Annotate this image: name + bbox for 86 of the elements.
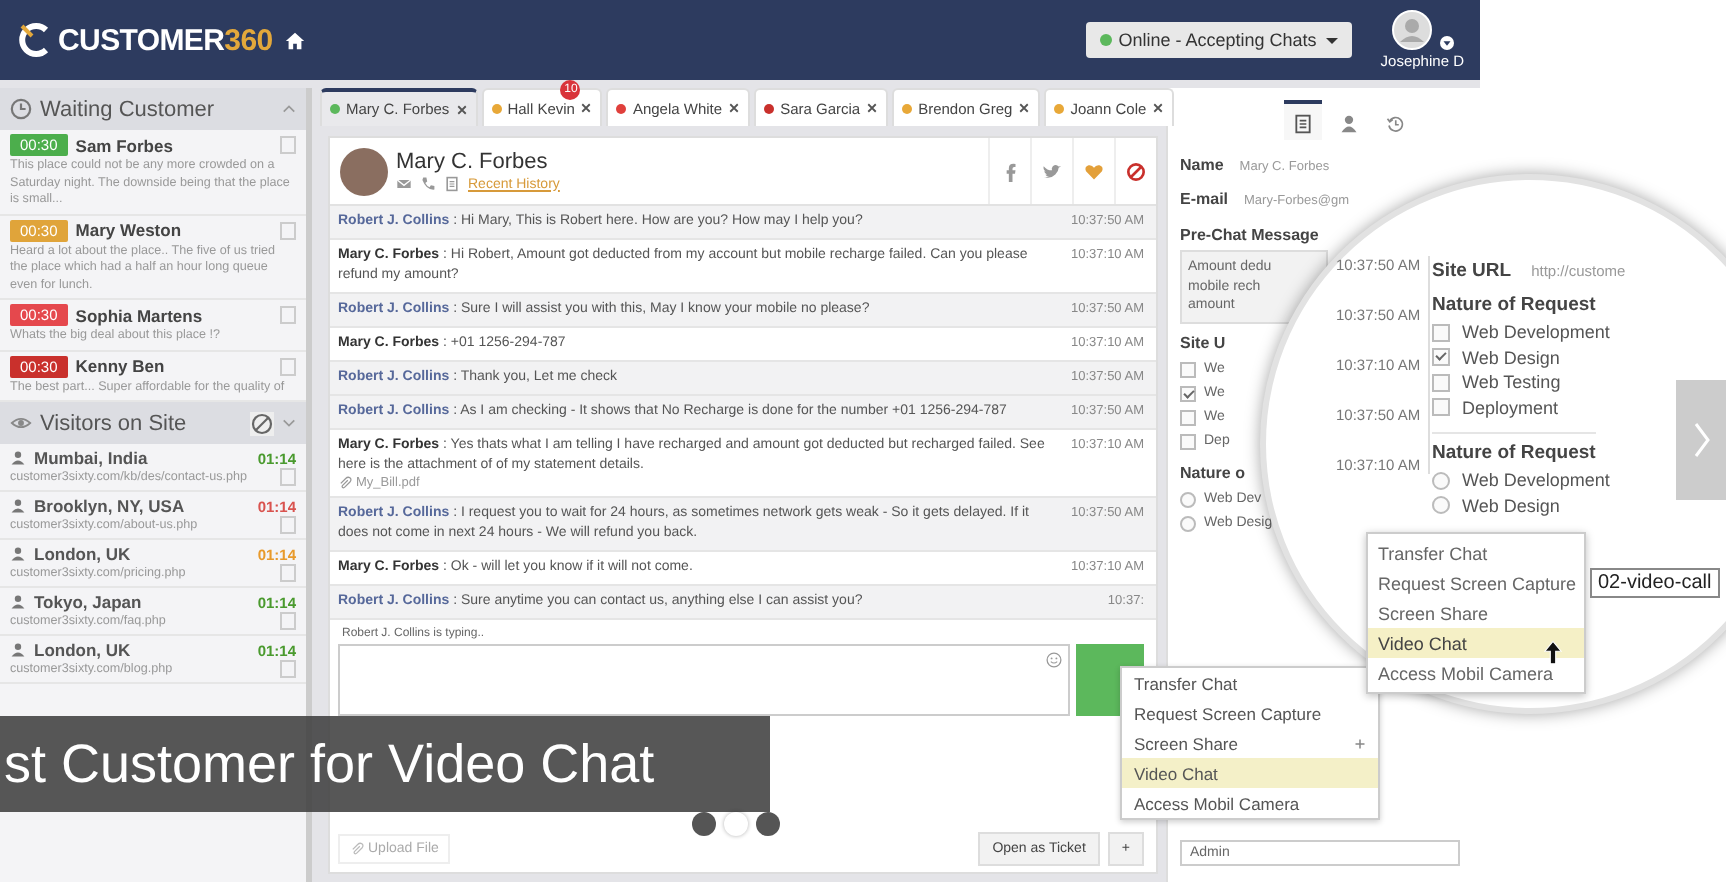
close-icon[interactable] (1152, 102, 1165, 114)
visitor-location: London, UK (34, 640, 133, 660)
field-label: Site U (1180, 333, 1226, 351)
message-input[interactable] (338, 644, 1070, 716)
customer-name: Mary Weston (75, 220, 184, 240)
menu-item[interactable]: Video Chat (1122, 758, 1378, 788)
caret-icon[interactable] (1439, 36, 1454, 50)
chevron-down-icon[interactable] (282, 416, 296, 430)
person-icon (10, 642, 26, 658)
smiley-icon[interactable] (1046, 652, 1062, 668)
checkbox-label: Web Development (1462, 322, 1610, 343)
block-icon (1126, 161, 1146, 181)
section-title: Visitors on Site (40, 411, 189, 435)
paperclip-icon (350, 842, 364, 856)
cursor-icon (1544, 640, 1562, 666)
close-icon[interactable] (580, 102, 593, 114)
person-icon (10, 498, 26, 514)
visitor-location: Tokyo, Japan (34, 592, 144, 612)
person-icon (1340, 114, 1358, 134)
customer-name: Sophia Martens (75, 305, 205, 325)
checkbox-label: Web Design (1462, 347, 1560, 368)
field-label: Name (1180, 156, 1224, 174)
menu-item[interactable]: Screen Share (1122, 728, 1378, 758)
field-label: Nature o (1180, 463, 1245, 481)
checkbox[interactable] (1432, 398, 1450, 417)
home-icon[interactable] (284, 29, 307, 51)
avatar-icon[interactable] (1391, 10, 1432, 50)
menu-item[interactable]: Video Chat (1368, 628, 1584, 658)
block-icon[interactable] (250, 411, 274, 435)
field-label: Nature of Request (1432, 432, 1596, 464)
close-icon[interactable] (455, 103, 468, 115)
heart-icon (1084, 161, 1104, 181)
status-dropdown[interactable]: Online - Accepting Chats (1086, 22, 1353, 58)
document-icon (444, 176, 460, 192)
visitor-location: London, UK (34, 544, 133, 564)
visitor-location: Brooklyn, NY, USA (34, 496, 187, 516)
chevron-right-icon (1691, 420, 1711, 460)
eye-icon (10, 412, 32, 434)
person-icon (10, 450, 26, 466)
paperclip-icon (338, 476, 352, 490)
logo-text: CUSTOMER360 (58, 23, 273, 57)
history-icon (1386, 114, 1404, 134)
checkbox[interactable] (1432, 348, 1450, 367)
close-icon[interactable] (1018, 102, 1031, 114)
checkbox[interactable] (1180, 385, 1196, 401)
field-label: Site URL (1432, 260, 1512, 282)
tooltip: 02-video-call (1590, 568, 1720, 598)
next-slide-button[interactable] (1676, 380, 1726, 500)
section-header[interactable]: Waiting Customer (0, 88, 306, 130)
radio-button[interactable] (1180, 515, 1196, 531)
section-header[interactable]: Visitors on Site (0, 402, 306, 444)
radio-button[interactable] (1180, 491, 1196, 507)
visitor-location: Mumbai, India (34, 448, 150, 468)
checkbox[interactable] (1180, 433, 1196, 449)
checkbox-label: Web Testing (1462, 372, 1561, 393)
contact-name: Mary C. Forbes (396, 150, 550, 174)
checkbox[interactable] (1180, 361, 1196, 377)
radio-label: Web Design (1462, 495, 1560, 516)
customer-name: Sam Forbes (75, 135, 175, 155)
field-label: Nature of Request (1432, 294, 1596, 316)
customer-name: Kenny Ben (75, 356, 167, 376)
person-icon (10, 546, 26, 562)
clock-icon (10, 98, 32, 120)
chevron-up-icon[interactable] (282, 102, 296, 116)
menu-item[interactable]: Request Screen Capture (1368, 568, 1584, 598)
field-label: E-mail (1180, 190, 1229, 208)
avatar-placeholder (340, 147, 388, 195)
checkbox-label: Deployment (1462, 397, 1559, 418)
slide-caption: st Customer for Video Chat (0, 716, 770, 812)
menu-item[interactable]: Transfer Chat (1368, 538, 1584, 568)
field-label: Pre-Chat Message (1180, 226, 1319, 244)
document-icon (1294, 114, 1312, 134)
details-tab[interactable] (1284, 100, 1322, 140)
close-icon[interactable] (728, 102, 741, 114)
envelope-icon[interactable] (396, 176, 412, 192)
phone-icon[interactable] (420, 176, 436, 192)
menu-item[interactable]: Access Mobil Camera (1122, 788, 1378, 818)
section-title: Waiting Customer (40, 97, 217, 121)
radio-label: Web Development (1462, 470, 1610, 491)
menu-item[interactable]: Screen Share (1368, 598, 1584, 628)
menu-item[interactable]: Access Mobil Camera (1368, 658, 1584, 688)
close-icon[interactable] (866, 102, 879, 114)
person-icon (10, 594, 26, 610)
menu-item[interactable]: Request Screen Capture (1122, 698, 1378, 728)
bird-icon (1042, 161, 1062, 181)
checkbox[interactable] (1180, 409, 1196, 425)
